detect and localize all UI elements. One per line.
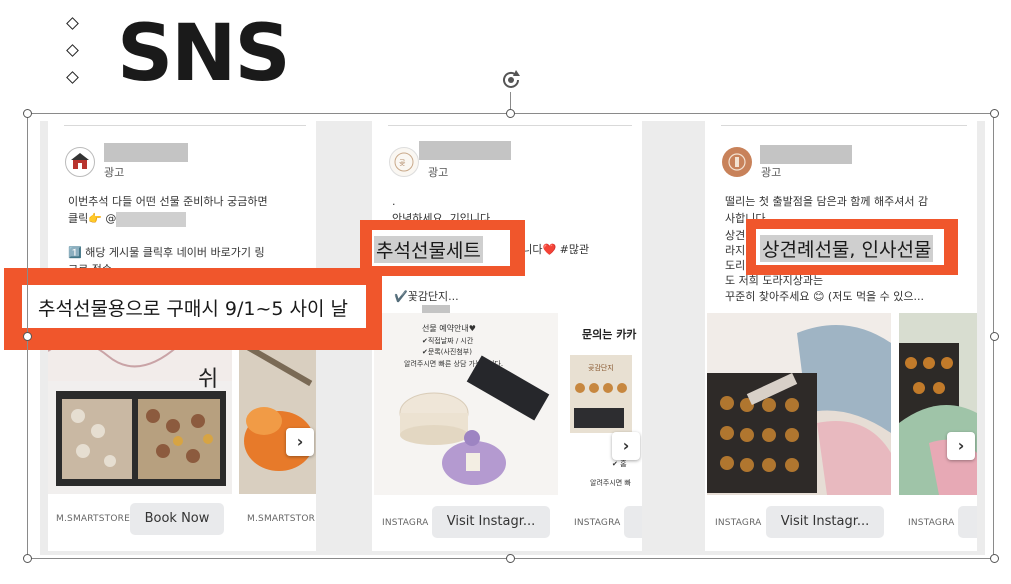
resize-handle-ml[interactable] (23, 332, 32, 341)
rotate-handle-icon[interactable] (498, 67, 524, 93)
resize-handle-tl[interactable] (23, 109, 32, 118)
resize-handle-br[interactable] (990, 554, 999, 563)
resize-handle-bm[interactable] (506, 554, 515, 563)
resize-handle-mr[interactable] (990, 332, 999, 341)
bullet-diamond (66, 44, 79, 57)
selection-frame (27, 113, 994, 559)
resize-handle-bl[interactable] (23, 554, 32, 563)
bullet-diamond (66, 17, 79, 30)
bullet-diamond (66, 71, 79, 84)
slide-title: SNS (117, 9, 291, 99)
resize-handle-tm[interactable] (506, 109, 515, 118)
resize-handle-tr[interactable] (990, 109, 999, 118)
